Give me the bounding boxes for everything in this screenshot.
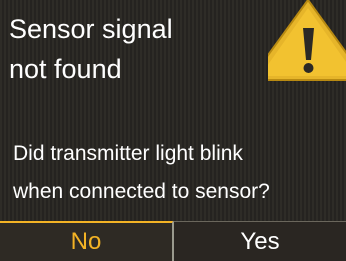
no-button[interactable]: No: [0, 221, 173, 261]
alert-title-line-1: Sensor signal: [9, 14, 173, 44]
yes-button[interactable]: Yes: [173, 221, 346, 261]
alert-question: Did transmitter light blink when connect…: [13, 135, 270, 211]
warning-triangle-icon: [268, 0, 346, 81]
button-bar: No Yes: [0, 221, 346, 261]
alert-question-line-1: Did transmitter light blink: [13, 142, 243, 165]
alert-title: Sensor signal not found: [9, 9, 173, 89]
alert-screen: Sensor signal not found Did transmitter …: [0, 0, 346, 261]
alert-title-line-2: not found: [9, 54, 122, 84]
alert-question-line-2: when connected to sensor?: [13, 180, 270, 203]
